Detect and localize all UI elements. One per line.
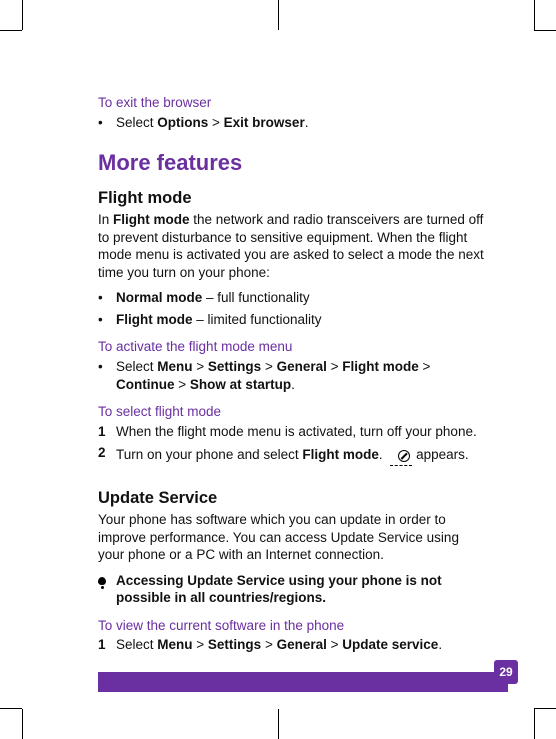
text: . [438,637,442,652]
text: – limited functionality [193,312,322,327]
text: In [98,212,113,227]
exit-browser-step: Select Options > Exit browser. [116,114,486,132]
footer-band: 29 [98,672,508,692]
separator: > [261,637,276,652]
crop-mark [534,709,535,739]
crop-mark [0,30,22,31]
list-item: 1 When the flight mode menu is activated… [98,423,486,441]
bullet-marker: • [98,289,116,307]
crop-mark [534,30,556,31]
list-item: • Select Options > Exit browser. [98,114,486,132]
text: – full functionality [202,290,309,305]
activate-flight-mode-heading: To activate the flight mode menu [98,338,486,356]
normal-mode-item: Normal mode – full functionality [116,289,486,307]
show-at-startup-label: Show at startup [190,377,291,392]
activate-flight-mode-step: Select Menu > Settings > General > Fligh… [116,358,486,393]
alert-text: Accessing Update Service using your phon… [116,572,486,607]
prohibit-icon [398,450,410,462]
flight-mode-heading: Flight mode [98,188,486,209]
separator: > [193,637,208,652]
exit-browser-label: Exit browser [224,115,305,130]
select-flight-mode-heading: To select flight mode [98,403,486,421]
text: Select [116,637,157,652]
text: . [305,115,309,130]
flight-mode-label: Flight mode [116,312,193,327]
general-label: General [277,359,327,374]
crop-mark [278,709,279,739]
alert-marker [98,572,116,590]
text: Select [116,359,157,374]
number-marker: 1 [98,636,116,654]
flight-mode-term: Flight mode [113,212,190,227]
manual-page: To exit the browser • Select Options > E… [0,0,556,739]
alert-icon [98,577,106,585]
alert-note: Accessing Update Service using your phon… [98,572,486,607]
text: . [379,447,387,462]
update-service-heading: Update Service [98,488,486,509]
flight-mode-item: Flight mode – limited functionality [116,311,486,329]
update-service-label: Update service [342,637,438,652]
number-marker: 1 [98,423,116,441]
crop-mark [0,708,22,709]
update-service-intro: Your phone has software which you can up… [98,511,486,564]
crop-mark [278,0,279,30]
separator: > [261,359,276,374]
continue-label: Continue [116,377,175,392]
separator: > [208,115,223,130]
general-label: General [277,637,327,652]
list-item: • Flight mode – limited functionality [98,311,486,329]
options-label: Options [157,115,208,130]
more-features-heading: More features [98,149,486,178]
separator: > [327,637,342,652]
text: Turn on your phone and select [116,447,302,462]
prohibit-icon-box [390,444,412,466]
crop-mark [22,709,23,739]
menu-label: Menu [157,359,192,374]
number-marker: 2 [98,444,116,466]
list-item: 1 Select Menu > Settings > General > Upd… [98,636,486,654]
select-step-2: Turn on your phone and select Flight mod… [116,444,486,466]
settings-label: Settings [208,359,261,374]
menu-label: Menu [157,637,192,652]
flight-mode-label: Flight mode [302,447,379,462]
settings-label: Settings [208,637,261,652]
list-item: 2 Turn on your phone and select Flight m… [98,444,486,466]
bullet-marker: • [98,311,116,329]
text: appears. [412,447,468,462]
list-item: • Normal mode – full functionality [98,289,486,307]
normal-mode-label: Normal mode [116,290,202,305]
select-step-1: When the flight mode menu is activated, … [116,423,486,441]
text: Select [116,115,157,130]
view-software-step: Select Menu > Settings > General > Updat… [116,636,486,654]
text: . [291,377,295,392]
exit-browser-heading: To exit the browser [98,94,486,112]
page-content: To exit the browser • Select Options > E… [98,94,486,658]
list-item: • Select Menu > Settings > General > Fli… [98,358,486,393]
crop-mark [534,708,556,709]
separator: > [327,359,342,374]
separator: > [175,377,190,392]
view-software-heading: To view the current software in the phon… [98,617,486,635]
separator: > [193,359,208,374]
crop-mark [534,0,535,30]
separator: > [419,359,431,374]
page-number-badge: 29 [494,660,518,684]
flight-mode-label: Flight mode [342,359,419,374]
flight-mode-intro: In Flight mode the network and radio tra… [98,211,486,281]
bullet-marker: • [98,114,116,132]
crop-mark [22,0,23,30]
bullet-marker: • [98,358,116,393]
